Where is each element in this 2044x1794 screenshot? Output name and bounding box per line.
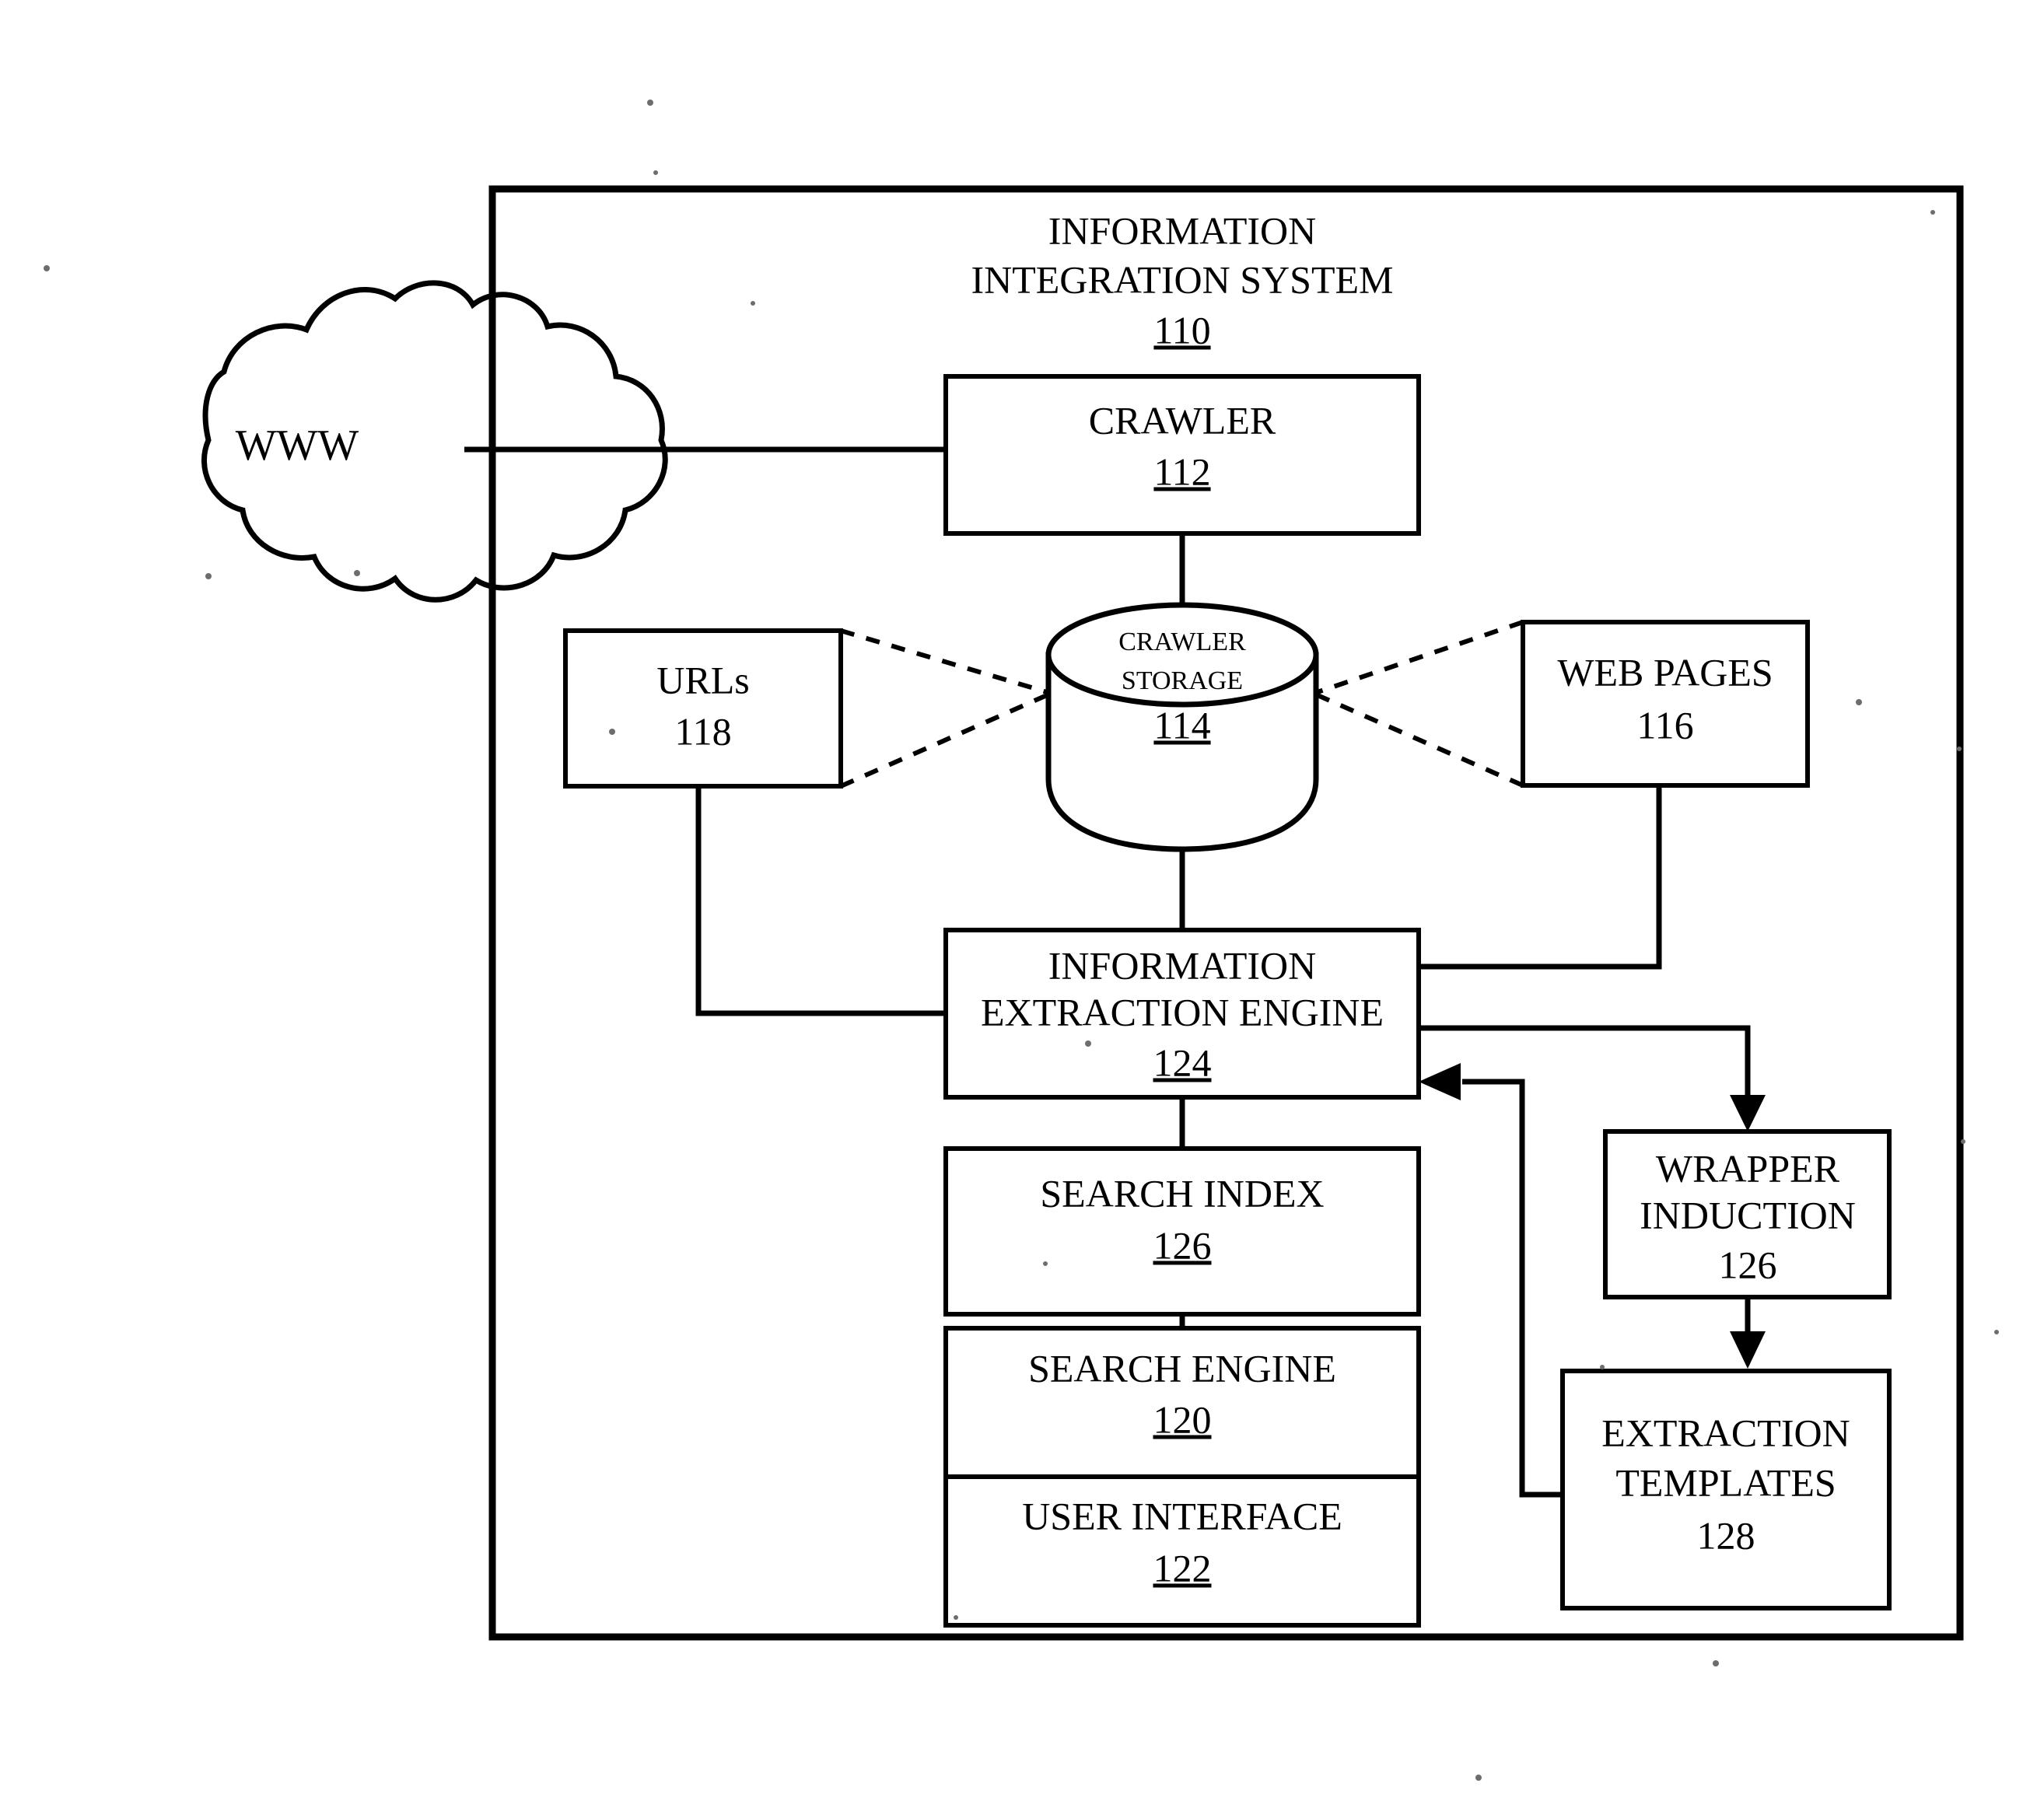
crawler-box: CRAWLER 112 <box>943 374 1421 536</box>
wrapper-induction-label-line1: WRAPPER <box>1656 1146 1840 1190</box>
system-number: 110 <box>1153 308 1210 351</box>
connector-extraction-templates-to-engine <box>1462 1079 1563 1498</box>
dotted-web-pages-bottom-to-storage <box>1316 693 1524 788</box>
connector-urls-to-extraction-engine <box>695 786 946 1016</box>
search-engine-user-interface-box: SEARCH ENGINE 120 USER INTERFACE 122 <box>943 1326 1421 1628</box>
extraction-engine-label-line2: EXTRACTION ENGINE <box>981 990 1384 1033</box>
wrapper-induction-number: 126 <box>1719 1243 1777 1286</box>
extraction-templates-label-line1: EXTRACTION <box>1601 1411 1850 1454</box>
search-engine-number: 120 <box>1153 1397 1212 1441</box>
www-label: WWW <box>236 421 359 470</box>
search-engine-label: SEARCH ENGINE <box>1028 1346 1336 1390</box>
system-title-line2: INTEGRATION SYSTEM <box>971 257 1393 301</box>
www-cloud: WWW <box>201 280 668 603</box>
crawler-storage-number: 114 <box>1153 703 1210 747</box>
dotted-web-pages-top-to-storage <box>1317 620 1524 694</box>
crawler-storage-label-line1: CRAWLER <box>1118 628 1246 656</box>
dotted-urls-top-to-storage <box>840 628 1048 694</box>
search-index-box: SEARCH INDEX 126 <box>943 1146 1421 1317</box>
extraction-templates-label-line2: TEMPLATES <box>1615 1460 1836 1504</box>
user-interface-label: USER INTERFACE <box>1022 1494 1342 1537</box>
urls-number: 118 <box>674 709 731 753</box>
urls-label: URLs <box>656 658 749 701</box>
search-index-label: SEARCH INDEX <box>1040 1171 1324 1215</box>
crawler-number: 112 <box>1153 449 1210 493</box>
arrowhead-to-wrapper-induction <box>1730 1095 1766 1131</box>
search-index-number: 126 <box>1153 1223 1212 1267</box>
extraction-engine-label-line1: INFORMATION <box>1048 943 1316 987</box>
crawler-storage-cylinder: CRAWLER STORAGE 114 <box>1045 602 1319 852</box>
dotted-urls-bottom-to-storage <box>839 693 1048 789</box>
web-pages-box: WEB PAGES 116 <box>1521 620 1810 788</box>
extraction-engine-number: 124 <box>1153 1040 1212 1084</box>
extraction-templates-number: 128 <box>1697 1513 1755 1557</box>
web-pages-label: WEB PAGES <box>1557 650 1773 694</box>
system-title-line1: INFORMATION <box>1048 208 1316 252</box>
crawler-storage-label-line2: STORAGE <box>1122 666 1243 695</box>
wrapper-induction-label-line2: INDUCTION <box>1640 1193 1856 1236</box>
arrowhead-to-extraction-templates <box>1730 1331 1766 1369</box>
figure-canvas: WWW CRAWLER 112 CRAWLER STORAGE 114 URLs… <box>0 0 2044 1794</box>
arrowhead-to-extraction-engine <box>1419 1063 1461 1100</box>
crawler-label: CRAWLER <box>1089 398 1276 442</box>
information-extraction-engine-box: INFORMATION EXTRACTION ENGINE 124 <box>943 928 1421 1100</box>
connector-extraction-engine-to-wrapper-induction <box>1419 1025 1751 1103</box>
web-pages-number: 116 <box>1636 703 1693 747</box>
user-interface-number: 122 <box>1153 1546 1212 1589</box>
urls-box: URLs 118 <box>563 628 843 789</box>
system-block-diagram: WWW CRAWLER 112 CRAWLER STORAGE 114 URLs… <box>44 100 1999 1781</box>
extraction-templates-box: EXTRACTION TEMPLATES 128 <box>1560 1369 1892 1610</box>
connector-web-pages-to-extraction-engine <box>1419 785 1662 970</box>
wrapper-induction-box: WRAPPER INDUCTION 126 <box>1603 1129 1892 1299</box>
